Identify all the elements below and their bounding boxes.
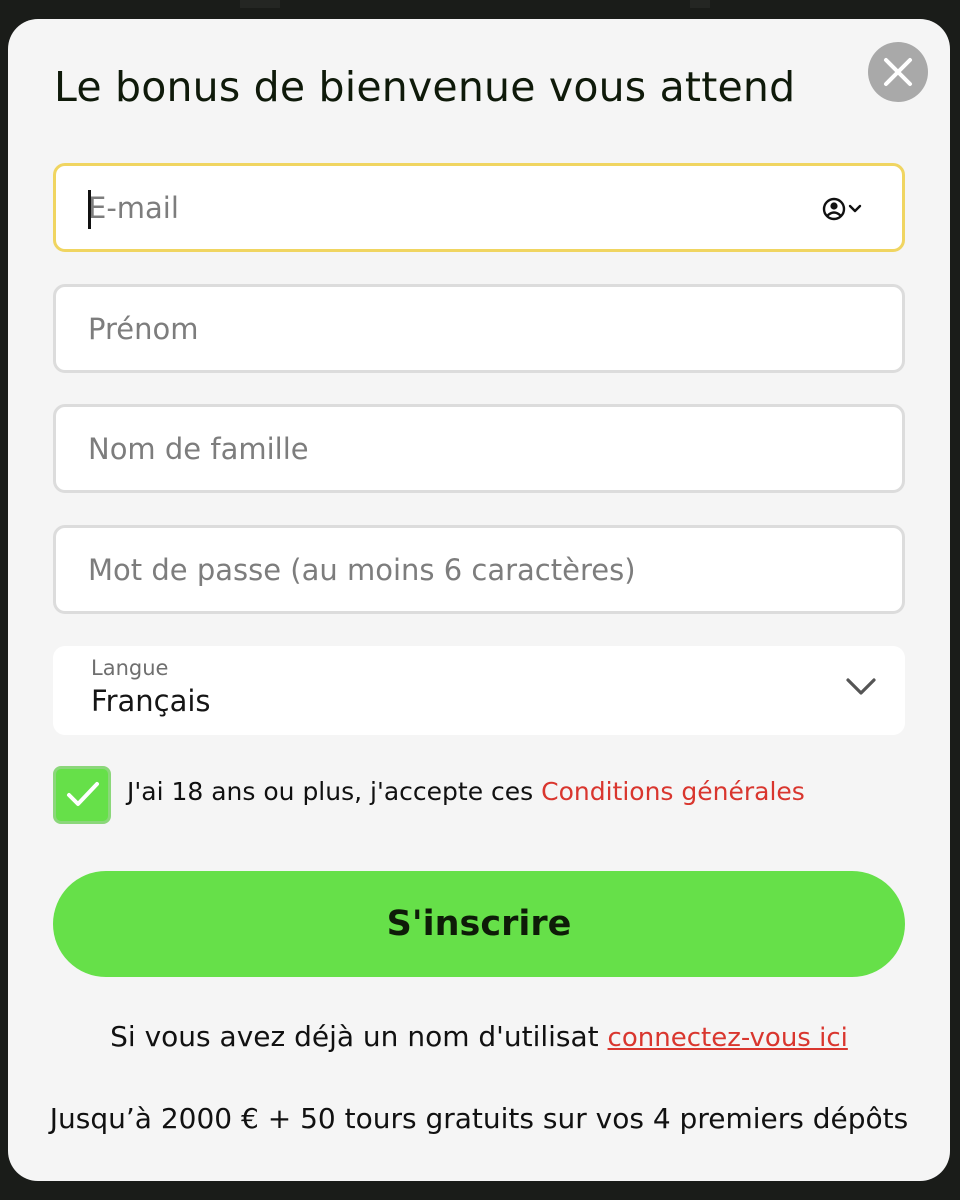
password-input[interactable]	[56, 528, 902, 611]
signup-button[interactable]: S'inscrire	[53, 871, 905, 977]
text-caret	[88, 190, 91, 229]
contact-autofill-icon[interactable]	[822, 195, 872, 223]
terms-label: J'ai 18 ans ou plus, j'accepte ces Condi…	[127, 777, 805, 806]
close-icon	[884, 58, 912, 86]
language-value: Français	[91, 684, 211, 718]
signup-modal: Le bonus de bienvenue vous attend Langue…	[8, 19, 950, 1181]
backdrop-decoration	[240, 0, 280, 8]
password-field[interactable]	[53, 525, 905, 614]
email-input[interactable]	[56, 166, 902, 249]
last-name-input[interactable]	[56, 407, 902, 490]
close-button[interactable]	[868, 42, 928, 102]
terms-checkbox[interactable]	[53, 766, 111, 824]
chevron-down-icon	[846, 678, 876, 695]
language-label: Langue	[91, 656, 169, 680]
last-name-field[interactable]	[53, 404, 905, 493]
login-link[interactable]: connectez-vous ici	[608, 1023, 848, 1053]
language-select[interactable]: Langue Français	[53, 646, 905, 735]
backdrop-decoration	[690, 0, 710, 8]
email-field[interactable]	[53, 163, 905, 252]
checkmark-icon	[67, 782, 99, 806]
login-prompt: Si vous avez déjà un nom d'utilisat conn…	[8, 1020, 950, 1053]
first-name-field[interactable]	[53, 284, 905, 373]
first-name-input[interactable]	[56, 287, 902, 370]
promo-text: Jusqu’à 2000 € + 50 tours gratuits sur v…	[49, 1102, 909, 1135]
terms-link[interactable]: Conditions générales	[541, 777, 805, 806]
login-text: Si vous avez déjà un nom d'utilisat	[110, 1020, 608, 1053]
modal-title: Le bonus de bienvenue vous attend	[54, 63, 796, 111]
terms-text: J'ai 18 ans ou plus, j'accepte ces	[127, 777, 542, 806]
